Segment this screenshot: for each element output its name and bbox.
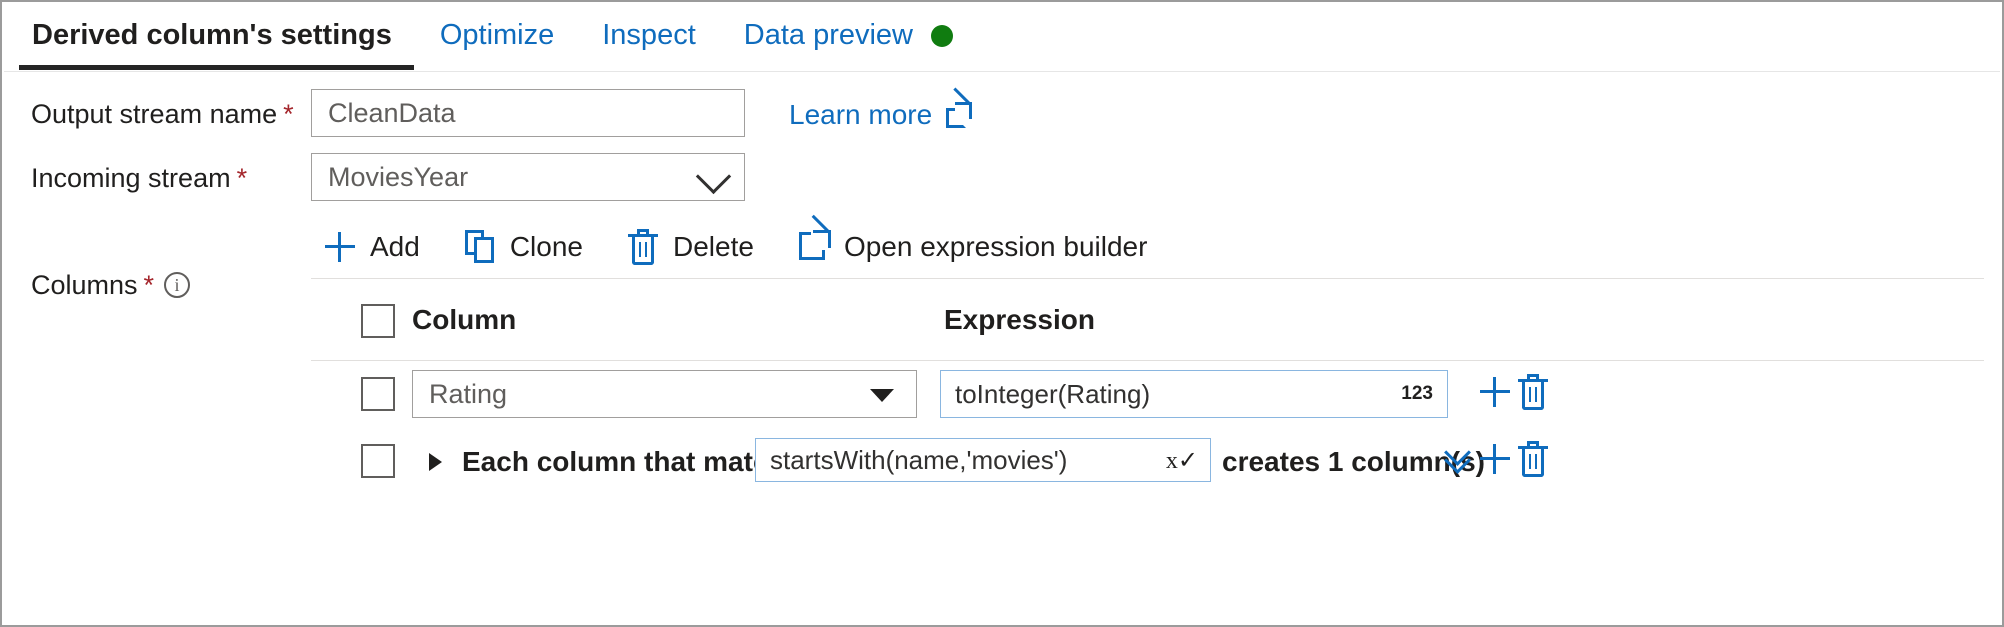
column-header-expression: Expression xyxy=(944,304,1095,336)
select-all-checkbox[interactable] xyxy=(361,304,395,338)
expression-value: toInteger(Rating) xyxy=(955,379,1150,410)
pattern-expression-value: startsWith(name,'movies') xyxy=(770,445,1067,476)
trash-icon xyxy=(1518,441,1548,477)
chevron-down-icon xyxy=(696,159,731,194)
tab-label: Optimize xyxy=(440,19,554,51)
clone-button[interactable]: Clone xyxy=(464,231,583,263)
external-link-icon xyxy=(946,102,972,128)
tab-bar: Derived column's settings Optimize Inspe… xyxy=(4,4,2000,72)
derived-column-settings-panel: Derived column's settings Optimize Inspe… xyxy=(0,0,2004,627)
open-in-new-icon xyxy=(798,231,830,263)
row-checkbox[interactable] xyxy=(361,444,395,478)
plus-icon xyxy=(1480,377,1510,407)
trash-icon xyxy=(627,231,659,263)
delete-button-label: Delete xyxy=(673,231,754,263)
add-button[interactable]: Add xyxy=(324,231,420,263)
add-button-label: Add xyxy=(370,231,420,263)
pattern-expression-input[interactable]: startsWith(name,'movies') x✓ xyxy=(755,438,1211,482)
output-stream-name-value: CleanData xyxy=(328,98,456,129)
double-chevron-down-icon xyxy=(1445,448,1473,474)
open-expression-builder-label: Open expression builder xyxy=(844,231,1148,263)
label-text: Output stream name xyxy=(31,99,277,129)
clone-button-label: Clone xyxy=(510,231,583,263)
settings-form: Output stream name* CleanData Learn more… xyxy=(4,72,2000,623)
label-text: Columns xyxy=(31,270,138,300)
expand-caret-icon[interactable] xyxy=(429,453,442,471)
column-header-column: Column xyxy=(412,304,516,336)
incoming-stream-label: Incoming stream* xyxy=(31,163,247,194)
label-text: Incoming stream xyxy=(31,163,231,193)
delete-row-button[interactable] xyxy=(1518,441,1548,482)
learn-more-link[interactable]: Learn more xyxy=(789,99,972,131)
trash-icon xyxy=(1518,374,1548,410)
data-preview-status-dot xyxy=(931,25,953,47)
tab-data-preview[interactable]: Data preview xyxy=(720,21,977,72)
add-row-button[interactable] xyxy=(1480,377,1510,412)
required-asterisk: * xyxy=(144,270,155,300)
plus-icon xyxy=(324,231,356,263)
column-name-select[interactable]: Rating xyxy=(412,370,917,418)
tab-optimize[interactable]: Optimize xyxy=(416,21,578,72)
header-divider xyxy=(311,360,1984,361)
tab-label: Data preview xyxy=(744,21,913,50)
add-row-button[interactable] xyxy=(1480,444,1510,479)
learn-more-label: Learn more xyxy=(789,99,932,131)
required-asterisk: * xyxy=(237,163,248,193)
expression-input[interactable]: toInteger(Rating) 123 xyxy=(940,370,1448,418)
tab-inspect[interactable]: Inspect xyxy=(578,21,720,72)
plus-icon xyxy=(1480,444,1510,474)
copy-icon xyxy=(464,231,496,263)
table-top-divider xyxy=(311,278,1984,279)
incoming-stream-select[interactable]: MoviesYear xyxy=(311,153,745,201)
chevron-down-icon xyxy=(870,389,894,402)
row-checkbox[interactable] xyxy=(361,377,395,411)
expression-type-badge: 123 xyxy=(1401,383,1433,405)
output-stream-name-input[interactable]: CleanData xyxy=(311,89,745,137)
column-name-value: Rating xyxy=(429,379,507,410)
expression-validate-icon[interactable]: x✓ xyxy=(1166,449,1198,473)
info-icon[interactable] xyxy=(164,272,190,298)
delete-button[interactable]: Delete xyxy=(627,231,754,263)
open-expression-builder-button[interactable]: Open expression builder xyxy=(798,231,1148,263)
output-stream-name-label: Output stream name* xyxy=(31,99,294,130)
tab-derived-column-settings[interactable]: Derived column's settings xyxy=(17,21,416,72)
double-chevron-down-button[interactable] xyxy=(1445,448,1473,479)
delete-row-button[interactable] xyxy=(1518,374,1548,415)
tab-label: Derived column's settings xyxy=(32,19,392,51)
columns-label: Columns* xyxy=(31,270,190,301)
required-asterisk: * xyxy=(283,99,294,129)
incoming-stream-value: MoviesYear xyxy=(328,162,468,193)
columns-toolbar: Add Clone Delete xyxy=(324,220,1191,274)
tab-label: Inspect xyxy=(602,19,696,51)
